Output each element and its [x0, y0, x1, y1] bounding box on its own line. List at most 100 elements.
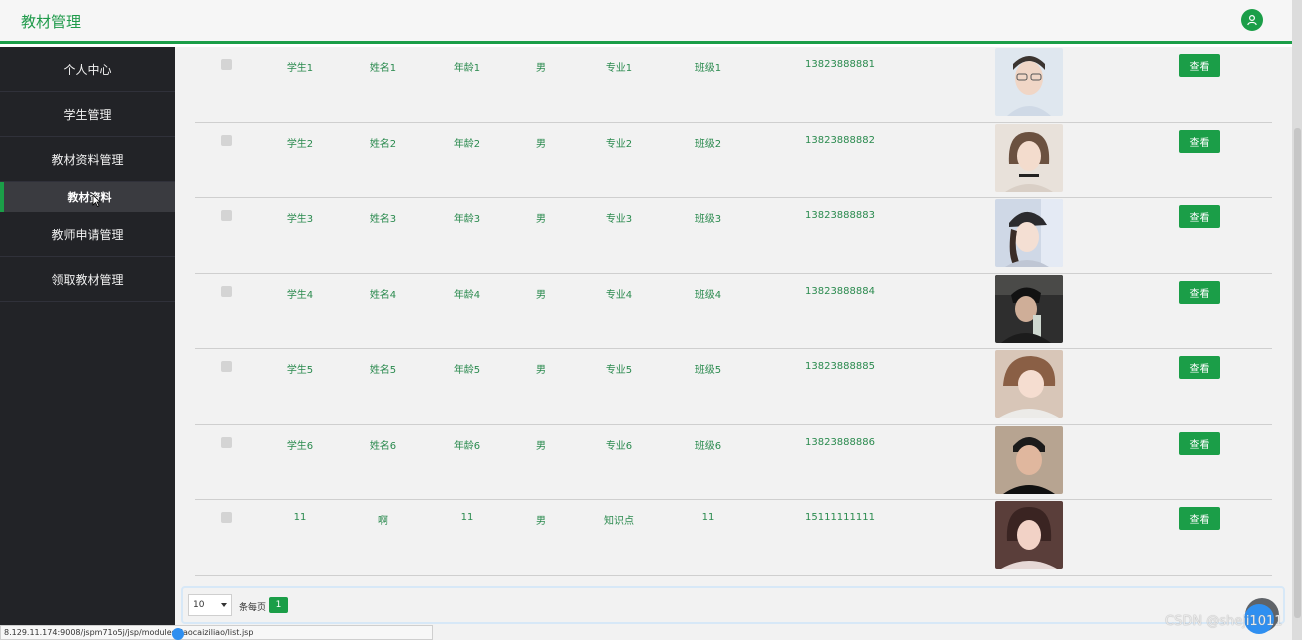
cell-student-no: 11: [293, 512, 307, 523]
cell-student-no: 学生4: [286, 289, 314, 301]
view-button[interactable]: 查看: [1179, 129, 1220, 153]
cell-student-no: 学生2: [286, 138, 314, 150]
chevron-down-icon: [221, 603, 227, 607]
cell-age: 年龄5: [453, 365, 481, 376]
cell-major: 专业2: [605, 138, 633, 150]
cell-major: 专业4: [605, 289, 633, 301]
cell-student-no: 学生1: [286, 63, 314, 74]
cell-student-no: 学生6: [286, 440, 314, 452]
cell-phone: 13823888884: [805, 285, 875, 297]
table-row: 学生5 姓名5 年龄5 男 专业5 班级5 13823888885 查看: [195, 349, 1272, 425]
student-photo: [995, 48, 1063, 116]
table-row: 学生6 姓名6 年龄6 男 专业6 班级6 13823888886 查看: [195, 425, 1272, 500]
cell-major: 专业5: [605, 365, 633, 376]
sidebar-item-label: 学生管理: [63, 107, 112, 122]
browser-status-url: 8.129.11.174:9008/jspm71o5j/jsp/modules/…: [0, 625, 433, 640]
sidebar-item-teacher-application[interactable]: 教师申请管理: [0, 212, 175, 257]
view-button[interactable]: 查看: [1179, 280, 1220, 304]
cell-phone: 13823888882: [805, 134, 875, 146]
cell-class: 班级4: [694, 289, 722, 301]
cell-gender: 男: [536, 365, 546, 376]
cell-phone: 13823888883: [805, 210, 875, 221]
watermark: CSDN @sheji1011: [1165, 614, 1283, 629]
cell-age: 年龄6: [453, 440, 481, 452]
cell-name: 姓名2: [369, 138, 397, 150]
student-photo: [995, 199, 1063, 267]
cell-name: 姓名4: [369, 289, 397, 301]
table-row: 学生4 姓名4 年龄4 男 专业4 班级4 13823888884 查看: [195, 274, 1272, 349]
cell-gender: 男: [536, 516, 546, 527]
mouse-cursor-icon: [92, 194, 101, 207]
row-checkbox[interactable]: [221, 285, 232, 297]
cell-gender: 男: [536, 440, 546, 452]
student-photo: [995, 350, 1063, 418]
page-size-select[interactable]: 10: [188, 594, 232, 616]
cell-name: 啊: [378, 516, 388, 527]
student-photo: [995, 425, 1063, 494]
cell-name: 姓名5: [369, 365, 397, 376]
sidebar-item-label: 教师申请管理: [51, 227, 124, 242]
cell-phone: 13823888886: [805, 436, 875, 448]
table-row: 学生2 姓名2 年龄2 男 专业2 班级2 13823888882 查看: [195, 123, 1272, 198]
cell-class: 班级1: [694, 63, 722, 74]
view-button[interactable]: 查看: [1179, 356, 1220, 379]
cell-class: 班级3: [694, 214, 722, 225]
sidebar-item-student-management[interactable]: 学生管理: [0, 92, 175, 137]
cell-age: 年龄2: [453, 138, 481, 150]
cell-major: 专业3: [605, 214, 633, 225]
row-checkbox[interactable]: [221, 210, 232, 221]
cell-gender: 男: [536, 214, 546, 225]
loading-indicator-icon: [172, 628, 184, 640]
page-scrollbar-thumb[interactable]: [1294, 128, 1301, 618]
cell-name: 姓名1: [369, 63, 397, 74]
cell-name: 姓名3: [369, 214, 397, 225]
cell-phone: 13823888885: [805, 361, 875, 372]
student-photo: [995, 123, 1063, 192]
cell-age: 年龄1: [453, 63, 481, 74]
main-content: 学生1 姓名1 年龄1 男 专业1 班级1 13823888881 查看 学生2…: [175, 47, 1292, 640]
student-photo: [995, 501, 1063, 569]
table-row: 11 啊 11 男 知识点 11 15111111111 查看: [195, 500, 1272, 576]
per-page-label: 条每页: [239, 603, 267, 613]
row-checkbox[interactable]: [221, 59, 232, 70]
cell-gender: 男: [536, 63, 546, 74]
view-button[interactable]: 查看: [1179, 54, 1220, 77]
sidebar-item-label: 个人中心: [63, 62, 112, 77]
sidebar-item-material-management[interactable]: 教材资料管理: [0, 137, 175, 182]
data-table: 学生1 姓名1 年龄1 男 专业1 班级1 13823888881 查看 学生2…: [195, 47, 1272, 576]
pagination-bar: 10 条每页 1: [181, 586, 1285, 624]
table-row: 学生3 姓名3 年龄3 男 专业3 班级3 13823888883 查看: [195, 198, 1272, 274]
sidebar-item-material-pickup[interactable]: 领取教材管理: [0, 257, 175, 302]
cell-name: 姓名6: [369, 440, 397, 452]
sidebar-subitem-materials-active[interactable]: 教材资料: [0, 182, 175, 212]
cell-gender: 男: [536, 289, 546, 301]
cell-student-no: 学生3: [286, 214, 314, 225]
cell-phone: 15111111111: [805, 512, 875, 523]
cell-age: 年龄4: [453, 289, 481, 301]
page-number-button[interactable]: 1: [269, 597, 288, 613]
row-checkbox[interactable]: [221, 436, 232, 448]
view-button[interactable]: 查看: [1179, 205, 1220, 228]
sidebar-subitem-label: 教材资料: [67, 191, 112, 204]
cell-gender: 男: [536, 138, 546, 150]
cell-class: 班级2: [694, 138, 722, 150]
sidebar: 个人中心 学生管理 教材资料管理 教材资料 教师申请管理 领取教材管理: [0, 47, 175, 640]
cell-student-no: 学生5: [286, 365, 314, 376]
page-size-value: 10: [193, 600, 205, 610]
row-checkbox[interactable]: [221, 361, 232, 372]
row-checkbox[interactable]: [221, 134, 232, 146]
app-title: 教材管理: [21, 13, 82, 31]
table-row: 学生1 姓名1 年龄1 男 专业1 班级1 13823888881 查看: [195, 47, 1272, 123]
view-button[interactable]: 查看: [1179, 507, 1220, 530]
cell-major: 专业1: [605, 63, 633, 74]
cell-major: 知识点: [604, 516, 634, 527]
row-checkbox[interactable]: [221, 512, 232, 523]
cell-major: 专业6: [605, 440, 633, 452]
cell-class: 11: [701, 512, 715, 523]
sidebar-item-personal-center[interactable]: 个人中心: [0, 47, 175, 92]
cell-phone: 13823888881: [805, 59, 875, 70]
sidebar-item-label: 教材资料管理: [51, 152, 124, 167]
user-icon[interactable]: [1241, 9, 1263, 31]
view-button[interactable]: 查看: [1179, 431, 1220, 455]
cell-age: 11: [460, 512, 474, 523]
